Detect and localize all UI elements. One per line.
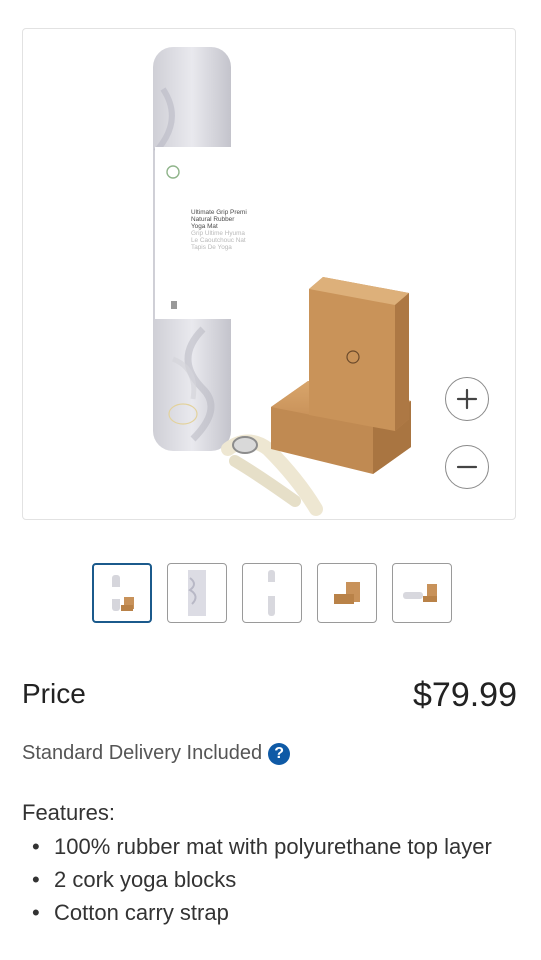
thumbnail-image (268, 570, 275, 616)
zoom-out-button[interactable] (445, 445, 489, 489)
thumbnail-image (334, 582, 360, 604)
delivery-text: Standard Delivery Included (22, 742, 263, 764)
price-value: $79.99 (413, 676, 517, 714)
feature-text: Cotton carry strap (54, 900, 229, 925)
product-image-viewer[interactable]: Ultimate Grip Premi Natural Rubber Yoga … (22, 28, 516, 520)
mat-label-line: Yoga Mat (191, 223, 218, 230)
mat-label-line: Natural Rubber (191, 216, 235, 223)
help-icon[interactable]: ? (268, 742, 291, 765)
feature-text: 100% rubber mat with polyurethane top la… (54, 834, 492, 859)
list-item: • 2 cork yoga blocks (22, 863, 492, 896)
thumbnail-cork-blocks[interactable] (317, 563, 377, 623)
thumbnail-strip (92, 563, 454, 623)
mat-label-line: Grip Ultime Hyuma (191, 230, 245, 237)
thumbnail-set-lying[interactable] (392, 563, 452, 623)
thumbnail-mat-and-blocks[interactable] (92, 563, 152, 623)
zoom-in-button[interactable] (445, 377, 489, 421)
bullet-icon: • (32, 867, 40, 892)
minus-icon (456, 465, 478, 469)
bullet-icon: • (32, 834, 40, 859)
features-heading: Features: (22, 800, 115, 825)
thumbnail-image (403, 584, 437, 602)
plus-icon (456, 388, 478, 410)
mat-label-line: Le Caoutchouc Nat (191, 237, 246, 244)
cork-blocks (271, 277, 411, 474)
mat-label-line: Ultimate Grip Premi (191, 209, 247, 216)
thumbnail-mat-unrolled[interactable] (167, 563, 227, 623)
mat-label-text: Ultimate Grip Premi Natural Rubber Yoga … (191, 209, 253, 251)
list-item: • 100% rubber mat with polyurethane top l… (22, 830, 492, 863)
thumbnail-mat-rolled[interactable] (242, 563, 302, 623)
mat-label-line: Tapis De Yoga (191, 244, 232, 251)
thumbnail-image (112, 575, 134, 611)
thumbnail-image (188, 570, 206, 616)
feature-text: 2 cork yoga blocks (54, 867, 237, 892)
price-label: Price (22, 678, 86, 709)
features-list: • 100% rubber mat with polyurethane top l… (22, 830, 492, 929)
list-item: • Cotton carry strap (22, 896, 492, 929)
delivery-info: Standard Delivery Included ? (22, 742, 291, 765)
bullet-icon: • (32, 900, 40, 925)
product-image (153, 47, 411, 516)
